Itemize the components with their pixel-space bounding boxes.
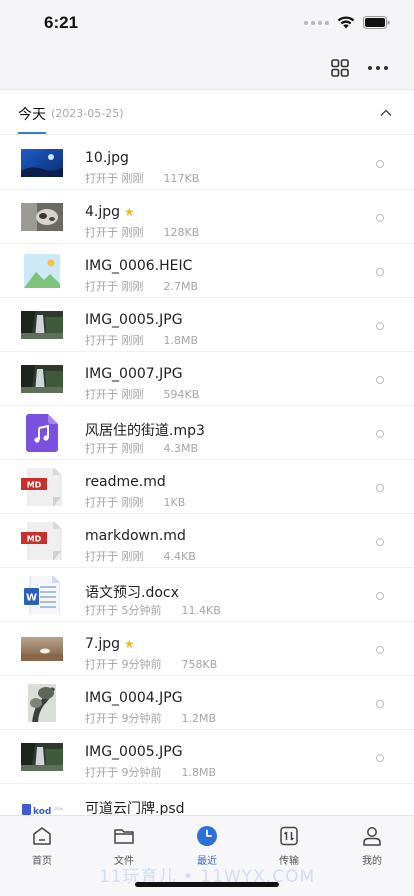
markdown-file-icon: MD xyxy=(21,468,63,506)
tab-transfer[interactable]: 传输 xyxy=(259,824,319,867)
file-meta: 打开于 刚刚 1.8MB xyxy=(85,334,199,347)
select-radio[interactable] xyxy=(376,430,384,438)
file-name: IMG_0005.JPG xyxy=(85,744,183,760)
file-row[interactable]: 4.jpg ★ 打开于 刚刚 128KB xyxy=(0,190,414,244)
chevron-up-icon[interactable] xyxy=(378,105,394,121)
file-row[interactable]: W 语文预习.docx 打开于 5分钟前 11.4KB xyxy=(0,568,414,622)
battery-icon xyxy=(363,16,390,29)
audio-file-icon xyxy=(21,414,63,452)
file-name: IMG_0005.JPG xyxy=(85,312,183,328)
file-row[interactable]: MD markdown.md 打开于 刚刚 4.4KB xyxy=(0,514,414,568)
file-name: IMG_0006.HEIC xyxy=(85,258,193,274)
top-toolbar xyxy=(0,48,414,90)
folder-icon xyxy=(114,829,134,844)
svg-text:W: W xyxy=(26,593,37,604)
user-icon xyxy=(363,827,381,846)
section-title: 今天 xyxy=(18,107,46,123)
select-radio[interactable] xyxy=(376,754,384,762)
select-radio[interactable] xyxy=(376,268,384,276)
select-radio[interactable] xyxy=(376,700,384,708)
tab-label: 传输 xyxy=(279,856,299,867)
file-row[interactable]: IMG_0004.JPG 打开于 9分钟前 1.2MB xyxy=(0,676,414,730)
word-file-icon: W xyxy=(21,576,63,614)
file-row[interactable]: IMG_0006.HEIC 打开于 刚刚 2.7MB xyxy=(0,244,414,298)
tab-home[interactable]: 首页 xyxy=(12,824,72,867)
file-meta: 打开于 刚刚 4.3MB xyxy=(85,442,199,455)
photo-beach-icon xyxy=(21,630,63,668)
file-meta: 打开于 刚刚 594KB xyxy=(85,388,200,401)
photo-waterfall-icon xyxy=(21,738,63,776)
file-meta: 打开于 刚刚 4.4KB xyxy=(85,550,196,563)
status-icons xyxy=(304,16,390,29)
star-icon: ★ xyxy=(124,637,135,651)
more-options-icon[interactable] xyxy=(366,58,390,78)
select-radio[interactable] xyxy=(376,592,384,600)
file-name: 7.jpg ★ xyxy=(85,636,135,652)
transfer-icon xyxy=(280,826,298,846)
svg-text:MD: MD xyxy=(27,535,42,544)
cellular-signal-icon xyxy=(304,20,329,25)
home-icon xyxy=(33,827,51,845)
clock-icon xyxy=(197,826,217,846)
select-radio[interactable] xyxy=(376,322,384,330)
tab-label: 首页 xyxy=(32,856,52,867)
tab-files[interactable]: 文件 xyxy=(94,824,154,867)
tab-recent[interactable]: 最近 xyxy=(177,824,237,867)
tab-label: 我的 xyxy=(362,856,382,867)
select-radio[interactable] xyxy=(376,484,384,492)
photo-blue-icon xyxy=(21,144,63,182)
file-row[interactable]: 7.jpg ★ 打开于 9分钟前 758KB xyxy=(0,622,414,676)
svg-text:MD: MD xyxy=(27,481,42,490)
file-meta: 打开于 刚刚 2.7MB xyxy=(85,280,199,293)
select-radio[interactable] xyxy=(376,646,384,654)
file-meta: 打开于 9分钟前 1.2MB xyxy=(85,712,217,725)
select-radio[interactable] xyxy=(376,214,384,222)
file-name: IMG_0007.JPG xyxy=(85,366,183,382)
tab-label: 最近 xyxy=(197,856,217,867)
file-list: 10.jpg 打开于 刚刚 117KB 4.jpg ★ 打开于 刚刚 128KB IM… xyxy=(0,136,414,838)
file-name: 语文预习.docx xyxy=(85,585,179,601)
file-meta: 打开于 刚刚 117KB xyxy=(85,172,200,185)
file-meta: 打开于 刚刚 128KB xyxy=(85,226,200,239)
svg-text:cloud: cloud xyxy=(54,806,63,811)
select-radio[interactable] xyxy=(376,376,384,384)
file-row[interactable]: MD readme.md 打开于 刚刚 1KB xyxy=(0,460,414,514)
section-underline xyxy=(18,132,46,134)
grid-view-icon[interactable] xyxy=(330,58,350,78)
file-row[interactable]: IMG_0007.JPG 打开于 刚刚 594KB xyxy=(0,352,414,406)
file-row[interactable]: IMG_0005.JPG 打开于 9分钟前 1.8MB xyxy=(0,730,414,784)
wifi-icon xyxy=(337,16,355,29)
file-name: readme.md xyxy=(85,474,166,490)
file-meta: 打开于 5分钟前 11.4KB xyxy=(85,604,221,617)
file-name: 10.jpg xyxy=(85,150,129,166)
select-radio[interactable] xyxy=(376,160,384,168)
tab-label: 文件 xyxy=(114,856,134,867)
star-icon: ★ xyxy=(124,205,135,219)
file-name: markdown.md xyxy=(85,528,186,544)
file-row[interactable]: 风居住的街道.mp3 打开于 刚刚 4.3MB xyxy=(0,406,414,460)
section-date: (2023-05-25) xyxy=(51,107,124,120)
photo-tree-icon xyxy=(21,684,63,722)
file-name: IMG_0004.JPG xyxy=(85,690,183,706)
image-placeholder-icon xyxy=(21,252,63,290)
photo-cat-icon xyxy=(21,198,63,236)
photo-waterfall-icon xyxy=(21,306,63,344)
home-indicator xyxy=(135,882,279,887)
file-meta: 打开于 9分钟前 1.8MB xyxy=(85,766,217,779)
file-meta: 打开于 9分钟前 758KB xyxy=(85,658,218,671)
select-radio[interactable] xyxy=(376,538,384,546)
tab-profile[interactable]: 我的 xyxy=(342,824,402,867)
markdown-file-icon: MD xyxy=(21,522,63,560)
file-name: 风居住的街道.mp3 xyxy=(85,423,205,439)
file-row[interactable]: IMG_0005.JPG 打开于 刚刚 1.8MB xyxy=(0,298,414,352)
section-header: 今天 (2023-05-25) xyxy=(0,91,414,135)
file-row[interactable]: 10.jpg 打开于 刚刚 117KB xyxy=(0,136,414,190)
file-name: 4.jpg ★ xyxy=(85,204,135,220)
file-meta: 打开于 刚刚 1KB xyxy=(85,496,186,509)
photo-waterfall-icon xyxy=(21,360,63,398)
status-time: 6:21 xyxy=(44,13,79,32)
status-bar: 6:21 xyxy=(0,0,414,48)
